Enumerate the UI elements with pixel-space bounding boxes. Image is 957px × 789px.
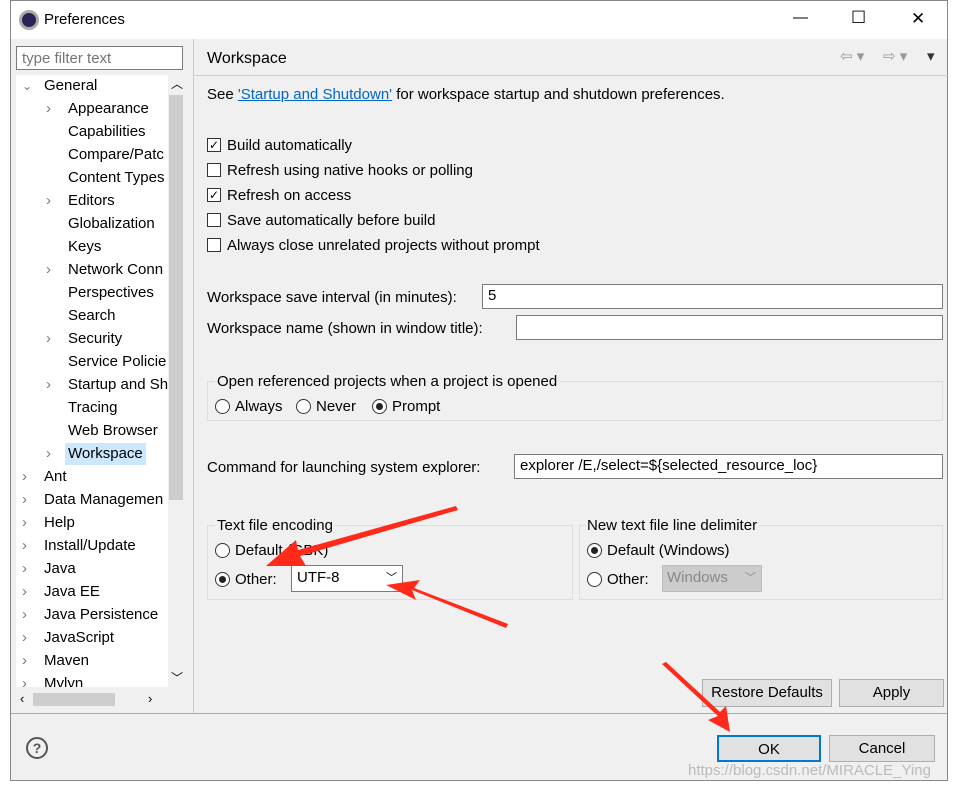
- annotation-arrow: [266, 506, 458, 566]
- annotation-arrows: [266, 506, 730, 732]
- annotation-arrow: [386, 580, 508, 628]
- annotation-arrow: [662, 662, 730, 732]
